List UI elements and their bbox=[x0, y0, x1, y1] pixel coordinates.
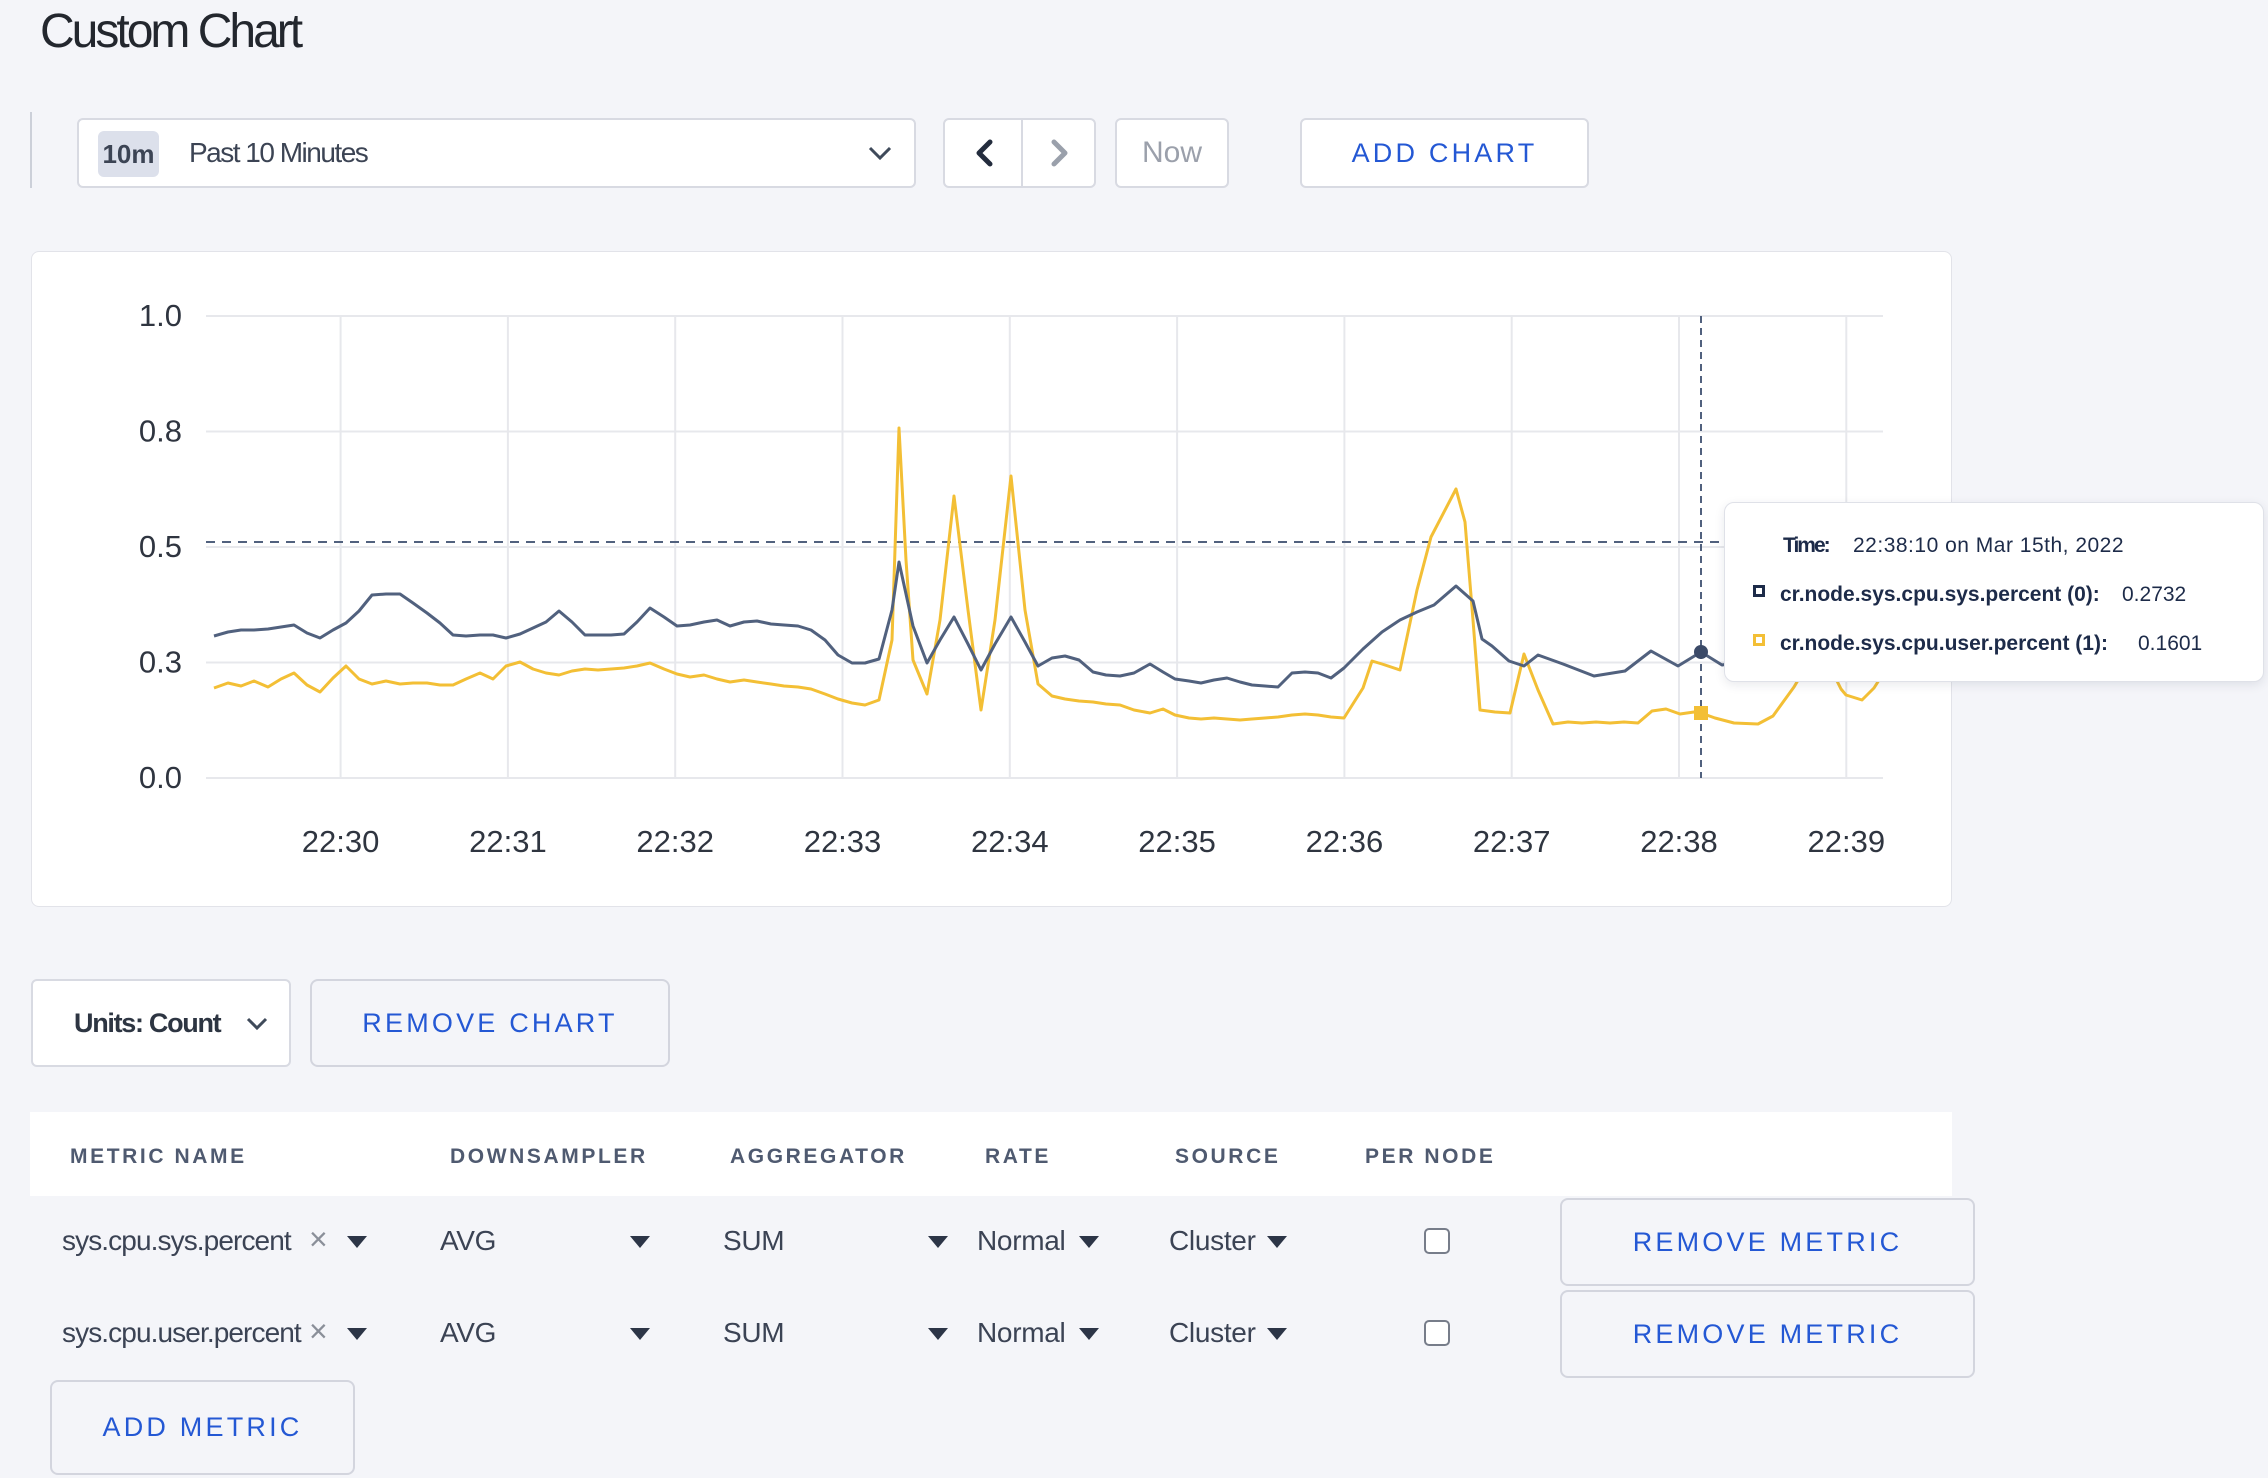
svg-text:22:31: 22:31 bbox=[469, 824, 547, 859]
svg-text:0.0: 0.0 bbox=[139, 760, 182, 795]
svg-text:1.0: 1.0 bbox=[139, 298, 182, 333]
svg-text:22:32: 22:32 bbox=[636, 824, 714, 859]
svg-text:0.5: 0.5 bbox=[139, 529, 182, 564]
svg-text:22:34: 22:34 bbox=[971, 824, 1049, 859]
svg-text:22:38: 22:38 bbox=[1640, 824, 1718, 859]
svg-text:22:36: 22:36 bbox=[1306, 824, 1384, 859]
svg-text:0.3: 0.3 bbox=[139, 645, 182, 680]
svg-text:22:39: 22:39 bbox=[1808, 824, 1886, 859]
svg-text:0.8: 0.8 bbox=[139, 414, 182, 449]
svg-text:22:33: 22:33 bbox=[804, 824, 882, 859]
svg-text:22:30: 22:30 bbox=[302, 824, 380, 859]
svg-text:22:37: 22:37 bbox=[1473, 824, 1551, 859]
svg-text:22:35: 22:35 bbox=[1138, 824, 1216, 859]
